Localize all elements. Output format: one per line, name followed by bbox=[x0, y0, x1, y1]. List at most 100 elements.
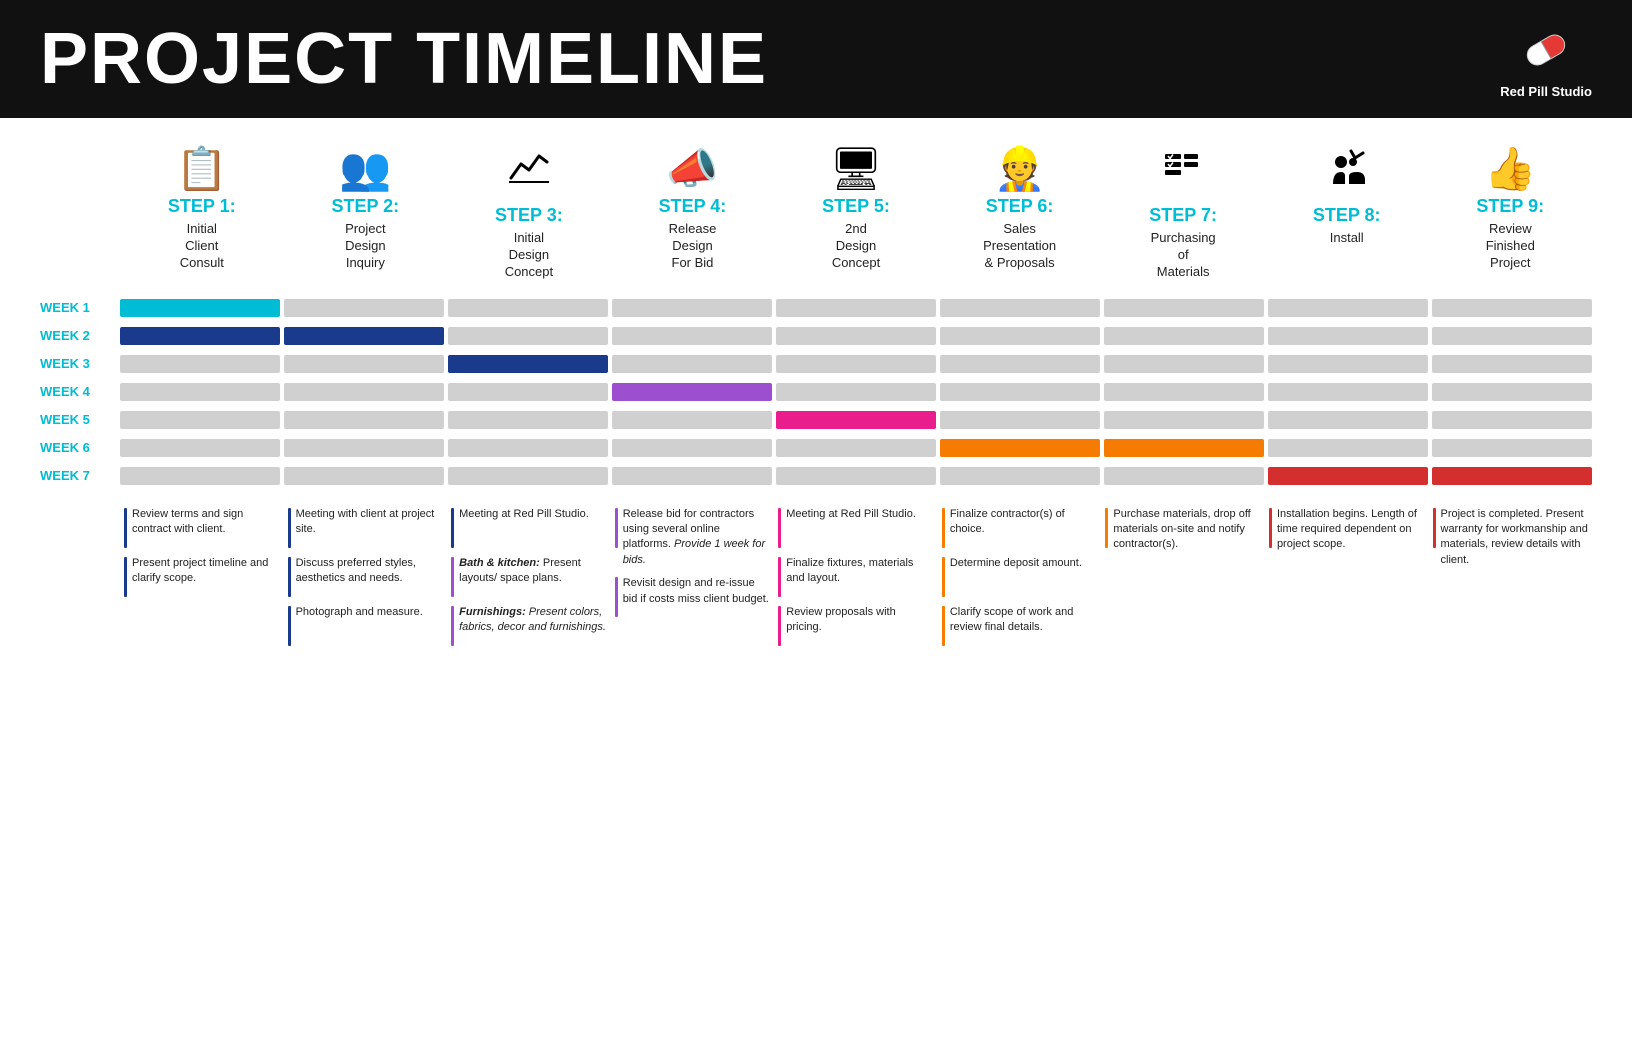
step-6-icon: 👷 bbox=[993, 148, 1045, 190]
step-3-label: STEP 3: bbox=[495, 205, 563, 226]
week7-step9-cell bbox=[1432, 467, 1592, 485]
note-4a-text: Release bid for contractors using severa… bbox=[623, 507, 771, 569]
week-3-label: WEEK 3 bbox=[40, 356, 120, 371]
note-5b: Finalize fixtures, materials and layout. bbox=[778, 556, 934, 597]
week4-step4-cell bbox=[612, 383, 772, 401]
week4-step3-cell bbox=[448, 383, 608, 401]
week3-step1-cell bbox=[120, 355, 280, 373]
week6-step7-cell bbox=[1104, 439, 1264, 457]
note-col-6: Finalize contractor(s) of choice. Determ… bbox=[938, 507, 1102, 654]
step-8-label: STEP 8: bbox=[1313, 205, 1381, 226]
note-4b-bar bbox=[615, 577, 618, 617]
week2-step7-cell bbox=[1104, 327, 1264, 345]
step-5-icon: 🖥 bbox=[829, 148, 882, 190]
note-2b: Discuss preferred styles, aesthetics and… bbox=[288, 556, 444, 597]
week5-step2-cell bbox=[284, 411, 444, 429]
week-4-cells bbox=[120, 383, 1592, 401]
step-9-label: STEP 9: bbox=[1476, 196, 1544, 217]
week4-step1-cell bbox=[120, 383, 280, 401]
week-2-label: WEEK 2 bbox=[40, 328, 120, 343]
note-col-4: Release bid for contractors using severa… bbox=[611, 507, 775, 626]
step-7-label: STEP 7: bbox=[1149, 205, 1217, 226]
note-5b-bar bbox=[778, 557, 781, 597]
note-7a: Purchase materials, drop off materials o… bbox=[1105, 507, 1261, 553]
step-7-icon bbox=[1161, 148, 1205, 199]
step-7: STEP 7: PurchasingofMaterials bbox=[1101, 148, 1265, 281]
week7-step3-cell bbox=[448, 467, 608, 485]
note-3c-text: Furnishings: Present colors, fabrics, de… bbox=[459, 605, 607, 636]
week-5-cells bbox=[120, 411, 1592, 429]
week7-step6-cell bbox=[940, 467, 1100, 485]
note-4b: Revisit design and re-issue bid if costs… bbox=[615, 576, 771, 617]
week4-step5-cell bbox=[776, 383, 936, 401]
note-5c-text: Review proposals with pricing. bbox=[786, 605, 934, 636]
week6-step6-cell bbox=[940, 439, 1100, 457]
note-1a: Review terms and sign contract with clie… bbox=[124, 507, 280, 548]
week-7-cells bbox=[120, 467, 1592, 485]
note-1a-text: Review terms and sign contract with clie… bbox=[132, 507, 280, 538]
week3-step2-cell bbox=[284, 355, 444, 373]
note-6a-text: Finalize contractor(s) of choice. bbox=[950, 507, 1098, 538]
note-1a-bar bbox=[124, 508, 127, 548]
note-5a-bar bbox=[778, 508, 781, 548]
week7-step4-cell bbox=[612, 467, 772, 485]
note-3b-text: Bath & kitchen: Present layouts/ space p… bbox=[459, 556, 607, 587]
step-2-icon: 👥 bbox=[339, 148, 391, 190]
note-col-5: Meeting at Red Pill Studio. Finalize fix… bbox=[774, 507, 938, 654]
logo-text: Red Pill Studio bbox=[1500, 84, 1592, 99]
note-3a-bar bbox=[451, 508, 454, 548]
note-col-9: Project is completed. Present warranty f… bbox=[1429, 507, 1593, 577]
note-col-3: Meeting at Red Pill Studio. Bath & kitch… bbox=[447, 507, 611, 654]
note-2a-bar bbox=[288, 508, 291, 548]
week6-step2-cell bbox=[284, 439, 444, 457]
week5-step8-cell bbox=[1268, 411, 1428, 429]
step-5-label: STEP 5: bbox=[822, 196, 890, 217]
note-8a-text: Installation begins. Length of time requ… bbox=[1277, 507, 1425, 553]
note-1b-bar bbox=[124, 557, 127, 597]
steps-row: 📋 STEP 1: InitialClientConsult 👥 STEP 2:… bbox=[120, 148, 1592, 281]
step-1-desc: InitialClientConsult bbox=[180, 221, 224, 272]
note-8a-bar bbox=[1269, 508, 1272, 548]
note-5a-text: Meeting at Red Pill Studio. bbox=[786, 507, 916, 522]
week7-step5-cell bbox=[776, 467, 936, 485]
week6-step1-cell bbox=[120, 439, 280, 457]
week3-step7-cell bbox=[1104, 355, 1264, 373]
logo-icon bbox=[1516, 20, 1576, 80]
week2-step1-cell bbox=[120, 327, 280, 345]
week5-step6-cell bbox=[940, 411, 1100, 429]
notes-row: Review terms and sign contract with clie… bbox=[120, 507, 1592, 654]
week4-step2-cell bbox=[284, 383, 444, 401]
note-6a: Finalize contractor(s) of choice. bbox=[942, 507, 1098, 548]
week1-step6-cell bbox=[940, 299, 1100, 317]
note-col-8: Installation begins. Length of time requ… bbox=[1265, 507, 1429, 561]
week-2-row: WEEK 2 bbox=[40, 325, 1592, 347]
week1-step8-cell bbox=[1268, 299, 1428, 317]
week1-step2-cell bbox=[284, 299, 444, 317]
note-2a-text: Meeting with client at project site. bbox=[296, 507, 444, 538]
week2-step9-cell bbox=[1432, 327, 1592, 345]
note-2b-text: Discuss preferred styles, aesthetics and… bbox=[296, 556, 444, 587]
step-9: 👍 STEP 9: ReviewFinishedProject bbox=[1429, 148, 1593, 281]
note-1b: Present project timeline and clarify sco… bbox=[124, 556, 280, 597]
week6-step9-cell bbox=[1432, 439, 1592, 457]
page-title: PROJECT TIMELINE bbox=[40, 18, 768, 100]
step-4-desc: ReleaseDesignFor Bid bbox=[669, 221, 717, 272]
step-7-desc: PurchasingofMaterials bbox=[1151, 230, 1216, 281]
note-4b-text: Revisit design and re-issue bid if costs… bbox=[623, 576, 771, 607]
week2-step3-cell bbox=[448, 327, 608, 345]
note-col-2: Meeting with client at project site. Dis… bbox=[284, 507, 448, 654]
step-3-desc: InitialDesignConcept bbox=[505, 230, 553, 281]
step-6-desc: SalesPresentation& Proposals bbox=[983, 221, 1056, 272]
week2-step8-cell bbox=[1268, 327, 1428, 345]
week-3-row: WEEK 3 bbox=[40, 353, 1592, 375]
header: PROJECT TIMELINE Red Pill Studio bbox=[0, 0, 1632, 118]
step-6-label: STEP 6: bbox=[986, 196, 1054, 217]
note-1b-text: Present project timeline and clarify sco… bbox=[132, 556, 280, 587]
week-2-cells bbox=[120, 327, 1592, 345]
note-7a-bar bbox=[1105, 508, 1108, 548]
week-7-row: WEEK 7 bbox=[40, 465, 1592, 487]
note-3b-bar bbox=[451, 557, 454, 597]
step-1-label: STEP 1: bbox=[168, 196, 236, 217]
step-3-icon bbox=[507, 148, 551, 199]
week1-step4-cell bbox=[612, 299, 772, 317]
